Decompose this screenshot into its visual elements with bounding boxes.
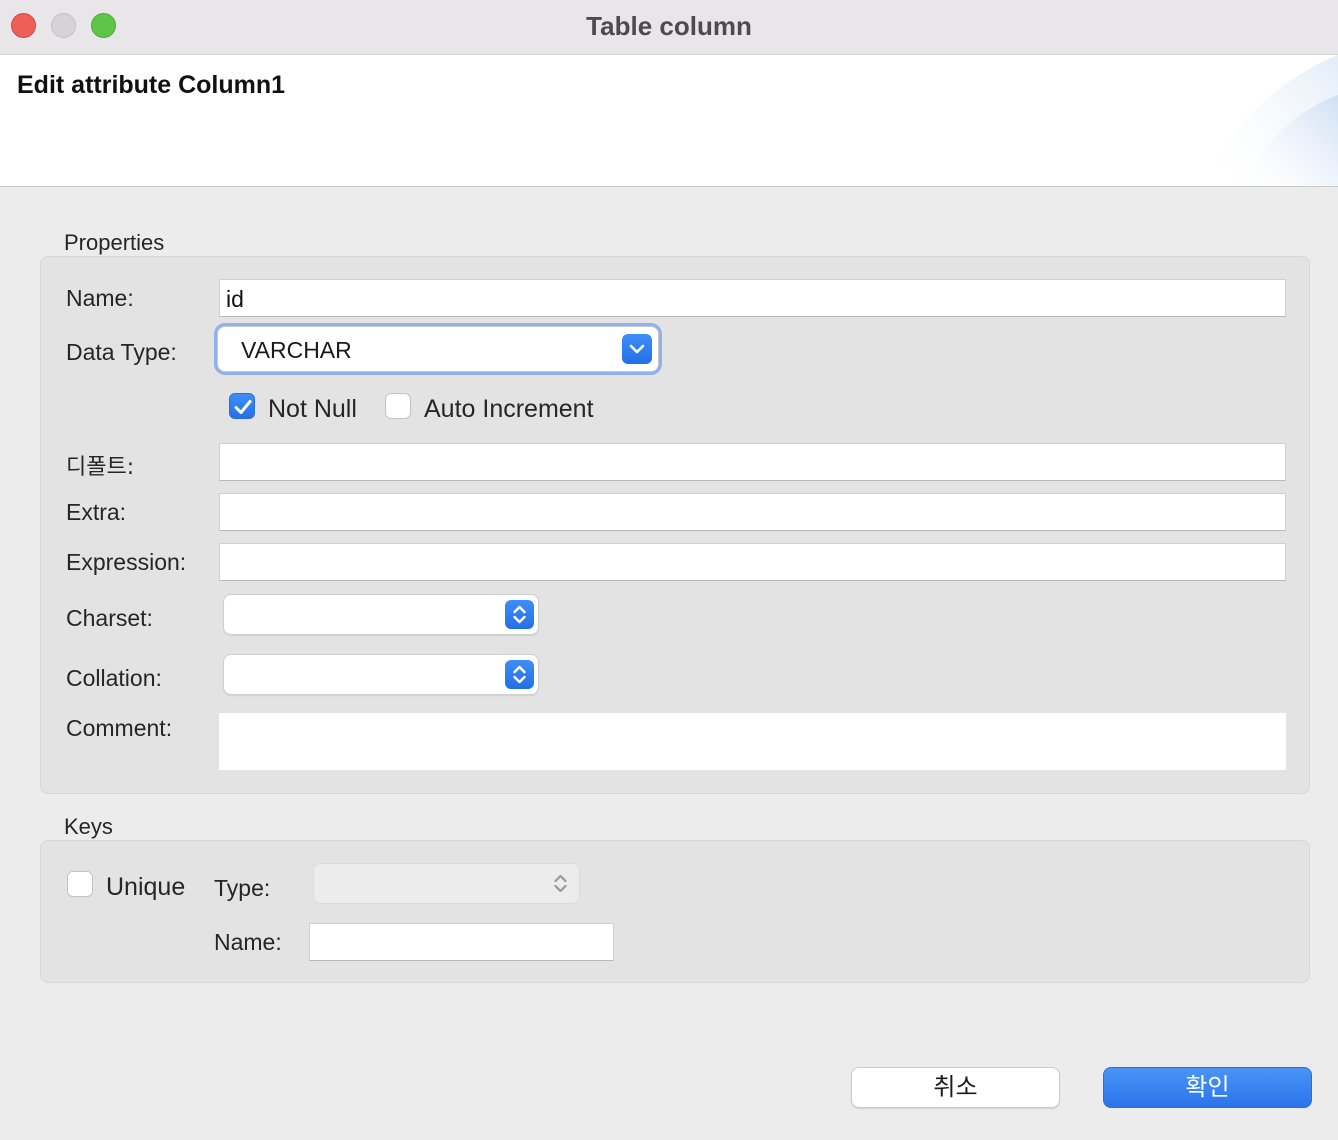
key-type-label: Type: [214,875,271,901]
auto-increment-label: Auto Increment [424,395,594,423]
extra-field[interactable] [219,493,1286,531]
chevron-down-icon[interactable] [622,334,652,364]
checkmark-icon [234,400,252,414]
banner-title: Edit attribute Column1 [17,71,286,99]
data-type-value: VARCHAR [241,337,352,363]
title-bar: Table column [0,0,1338,55]
data-type-label: Data Type: [66,339,177,365]
unique-label: Unique [106,873,186,901]
keys-group [40,840,1310,983]
auto-increment-checkbox[interactable] [385,393,411,419]
data-type-combobox[interactable]: VARCHAR [217,326,659,372]
up-down-chevron-icon [505,600,534,629]
expression-field[interactable] [219,543,1286,581]
ok-button[interactable]: 확인 [1103,1067,1312,1108]
comment-label: Comment: [66,715,173,741]
header-banner: Edit attribute Column1 [0,55,1338,187]
key-name-label: Name: [214,929,282,955]
default-label: 디폴트: [66,455,135,480]
name-field[interactable]: id [219,279,1286,317]
properties-group-label: Properties [64,230,165,255]
expression-label: Expression: [66,549,187,575]
extra-label: Extra: [66,499,127,525]
up-down-chevron-icon [546,869,575,898]
cancel-button[interactable]: 취소 [851,1067,1060,1108]
not-null-label: Not Null [268,395,357,423]
name-label: Name: [66,285,134,311]
collation-label: Collation: [66,665,162,691]
comment-textarea[interactable] [219,713,1286,770]
collation-popup[interactable] [223,654,539,695]
banner-decoration [1208,55,1338,186]
unique-checkbox[interactable] [67,871,93,897]
default-field[interactable] [219,443,1286,481]
charset-label: Charset: [66,605,153,631]
up-down-chevron-icon [505,660,534,689]
key-name-field[interactable] [309,923,614,961]
key-type-popup[interactable] [313,863,580,904]
window-title: Table column [586,11,752,41]
keys-group-label: Keys [64,814,113,839]
not-null-checkbox[interactable] [229,393,255,419]
charset-popup[interactable] [223,594,539,635]
